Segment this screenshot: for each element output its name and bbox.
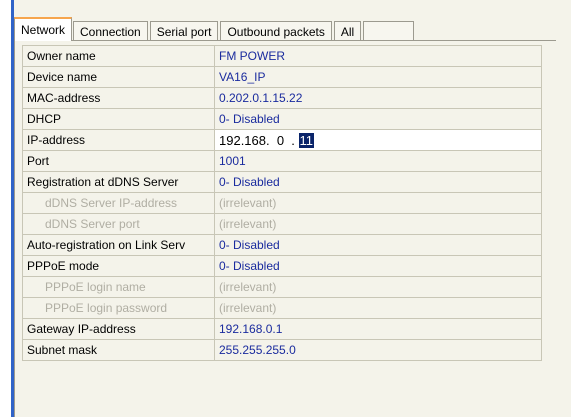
property-value[interactable]: 0- Disabled: [214, 234, 542, 256]
grid-row-ddns-server-ip: dDNS Server IP-address (irrelevant): [22, 192, 542, 214]
property-value[interactable]: 255.255.255.0: [214, 339, 542, 361]
property-name: Port: [22, 150, 215, 172]
grid-row-auto-registration[interactable]: Auto-registration on Link Serv 0- Disabl…: [22, 234, 542, 256]
grid-row-subnet-mask[interactable]: Subnet mask 255.255.255.0: [22, 339, 542, 361]
property-value[interactable]: VA16_IP: [214, 66, 542, 88]
grid-row-dhcp[interactable]: DHCP 0- Disabled: [22, 108, 542, 130]
grid-row-owner-name[interactable]: Owner name FM POWER: [22, 45, 542, 67]
property-name: dDNS Server IP-address: [22, 192, 215, 214]
property-value: (irrelevant): [214, 192, 542, 214]
property-value[interactable]: 192.168.0.1: [214, 318, 542, 340]
tab-all[interactable]: All: [333, 21, 362, 41]
property-value: (irrelevant): [214, 276, 542, 298]
property-value: (irrelevant): [214, 297, 542, 319]
grid-row-gateway-ip[interactable]: Gateway IP-address 192.168.0.1: [22, 318, 542, 340]
tab-outbound-packets[interactable]: Outbound packets: [220, 21, 332, 41]
property-value[interactable]: FM POWER: [214, 45, 542, 67]
property-name: IP-address: [22, 129, 215, 151]
property-name: MAC-address: [22, 87, 215, 109]
property-value[interactable]: 0.202.0.1.15.22: [214, 87, 542, 109]
network-panel: Owner name FM POWER Device name VA16_IP …: [14, 40, 556, 417]
property-name: Device name: [22, 66, 215, 88]
property-name: Owner name: [22, 45, 215, 67]
ip-address-input[interactable]: 192.168. 0 . 11: [214, 129, 542, 151]
property-name: Auto-registration on Link Serv: [22, 234, 215, 256]
tab-connection[interactable]: Connection: [73, 21, 148, 41]
property-name: Subnet mask: [22, 339, 215, 361]
property-name: PPPoE login password: [22, 297, 215, 319]
property-value[interactable]: 0- Disabled: [214, 255, 542, 277]
ip-address-selected-octet[interactable]: 11: [298, 132, 315, 148]
property-name: dDNS Server port: [22, 213, 215, 235]
grid-row-ip-address[interactable]: IP-address 192.168. 0 . 11: [22, 129, 542, 151]
grid-row-mac-address[interactable]: MAC-address 0.202.0.1.15.22: [22, 87, 542, 109]
grid-row-device-name[interactable]: Device name VA16_IP: [22, 66, 542, 88]
property-value[interactable]: 1001: [214, 150, 542, 172]
tab-network[interactable]: Network: [14, 17, 73, 41]
property-value[interactable]: 0- Disabled: [214, 108, 542, 130]
tab-bar: Network Connection Serial port Outbound …: [14, 17, 416, 41]
grid-row-ddns-server-port: dDNS Server port (irrelevant): [22, 213, 542, 235]
property-name: DHCP: [22, 108, 215, 130]
grid-row-pppoe-mode[interactable]: PPPoE mode 0- Disabled: [22, 255, 542, 277]
property-value[interactable]: 0- Disabled: [214, 171, 542, 193]
property-value: (irrelevant): [214, 213, 542, 235]
grid-row-port[interactable]: Port 1001: [22, 150, 542, 172]
grid-row-pppoe-login-name: PPPoE login name (irrelevant): [22, 276, 542, 298]
property-name: Gateway IP-address: [22, 318, 215, 340]
property-name: Registration at dDNS Server: [22, 171, 215, 193]
tab-serial-port[interactable]: Serial port: [149, 21, 219, 41]
grid-row-pppoe-login-password: PPPoE login password (irrelevant): [22, 297, 542, 319]
property-name: PPPoE mode: [22, 255, 215, 277]
tab-empty: [363, 21, 415, 41]
property-grid: Owner name FM POWER Device name VA16_IP …: [22, 45, 542, 361]
left-margin: [0, 0, 11, 417]
ip-address-text: 192.168. 0 .: [219, 132, 295, 148]
property-name: PPPoE login name: [22, 276, 215, 298]
grid-row-ddns-registration[interactable]: Registration at dDNS Server 0- Disabled: [22, 171, 542, 193]
